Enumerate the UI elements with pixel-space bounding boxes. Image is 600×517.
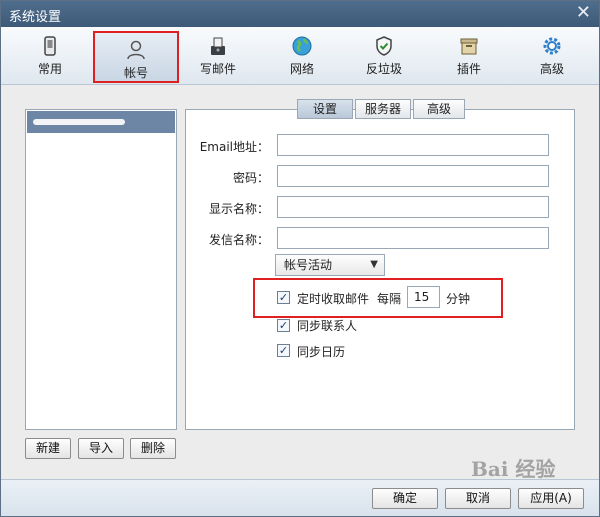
sender-name-field[interactable] (277, 227, 549, 249)
gear-icon (543, 37, 561, 55)
password-field[interactable] (277, 165, 549, 187)
title-bar: 系统设置 ✕ (1, 1, 599, 27)
email-field[interactable] (277, 134, 549, 156)
cancel-button[interactable]: 取消 (445, 488, 511, 509)
interval-input[interactable]: 15 (407, 286, 440, 308)
account-status-select[interactable]: 帐号活动 ▼ (275, 254, 385, 276)
toolbar-item-antispam[interactable]: 反垃圾 (349, 29, 419, 81)
toolbar-item-plugins[interactable]: 插件 (434, 29, 504, 81)
toolbar-item-account[interactable]: 帐号 (93, 31, 179, 83)
account-list[interactable] (25, 109, 177, 430)
sender-name-label: 发信名称： (208, 233, 269, 247)
auto-receive-checkbox[interactable]: ✓ (277, 291, 290, 304)
toolbar-label: 高级 (539, 62, 564, 76)
shield-icon (376, 36, 392, 56)
window-title: 系统设置 (9, 10, 62, 25)
sync-calendar-checkbox[interactable]: ✓ (277, 344, 290, 357)
sync-contacts-label: 同步联系人 (297, 319, 358, 333)
toolbar-label: 写邮件 (199, 62, 236, 76)
baidu-watermark: Bai 经验 (471, 457, 556, 481)
sync-calendar-label: 同步日历 (297, 345, 346, 359)
compose-icon (211, 37, 225, 55)
email-label: Email地址： (199, 140, 269, 154)
minutes-label: 分钟 (446, 292, 471, 306)
auto-receive-label: 定时收取邮件 (297, 292, 370, 306)
toolbar-label: 插件 (456, 62, 481, 76)
account-list-item[interactable] (27, 111, 175, 133)
password-label: 密码： (232, 171, 269, 185)
user-icon (127, 40, 145, 60)
globe-icon (292, 36, 312, 56)
toolbar-label: 常用 (37, 62, 62, 76)
toolbar-label: 网络 (289, 62, 314, 76)
ok-button[interactable]: 确定 (372, 488, 438, 509)
redacted-account-name (33, 119, 125, 125)
box-icon (460, 38, 478, 55)
tab-settings[interactable]: 设置 (297, 99, 353, 119)
tab-advanced[interactable]: 高级 (413, 99, 465, 119)
toolbar-label: 帐号 (123, 66, 148, 80)
every-label: 每隔 (377, 292, 402, 306)
display-name-field[interactable] (277, 196, 549, 218)
settings-window: 系统设置 ✕ 常用 帐号 写邮件 网络 反垃圾 插件 高级 新建 导入 删除 设… (0, 0, 600, 517)
apply-button[interactable]: 应用(A) (518, 488, 584, 509)
toolbar-label: 反垃圾 (365, 62, 402, 76)
tab-server[interactable]: 服务器 (355, 99, 411, 119)
display-name-label: 显示名称： (208, 202, 269, 216)
delete-account-button[interactable]: 删除 (130, 438, 176, 459)
settings-toolbar: 常用 帐号 写邮件 网络 反垃圾 插件 高级 (1, 27, 599, 85)
sync-contacts-checkbox[interactable]: ✓ (277, 319, 290, 332)
phone-icon (44, 36, 56, 56)
close-icon[interactable]: ✕ (576, 3, 591, 23)
toolbar-item-network[interactable]: 网络 (267, 29, 337, 81)
toolbar-item-general[interactable]: 常用 (15, 29, 85, 81)
chevron-down-icon: ▼ (370, 259, 378, 270)
account-status-value: 帐号活动 (284, 258, 333, 272)
toolbar-item-advanced[interactable]: 高级 (517, 29, 587, 81)
toolbar-item-compose[interactable]: 写邮件 (183, 29, 253, 81)
import-account-button[interactable]: 导入 (78, 438, 124, 459)
new-account-button[interactable]: 新建 (25, 438, 71, 459)
